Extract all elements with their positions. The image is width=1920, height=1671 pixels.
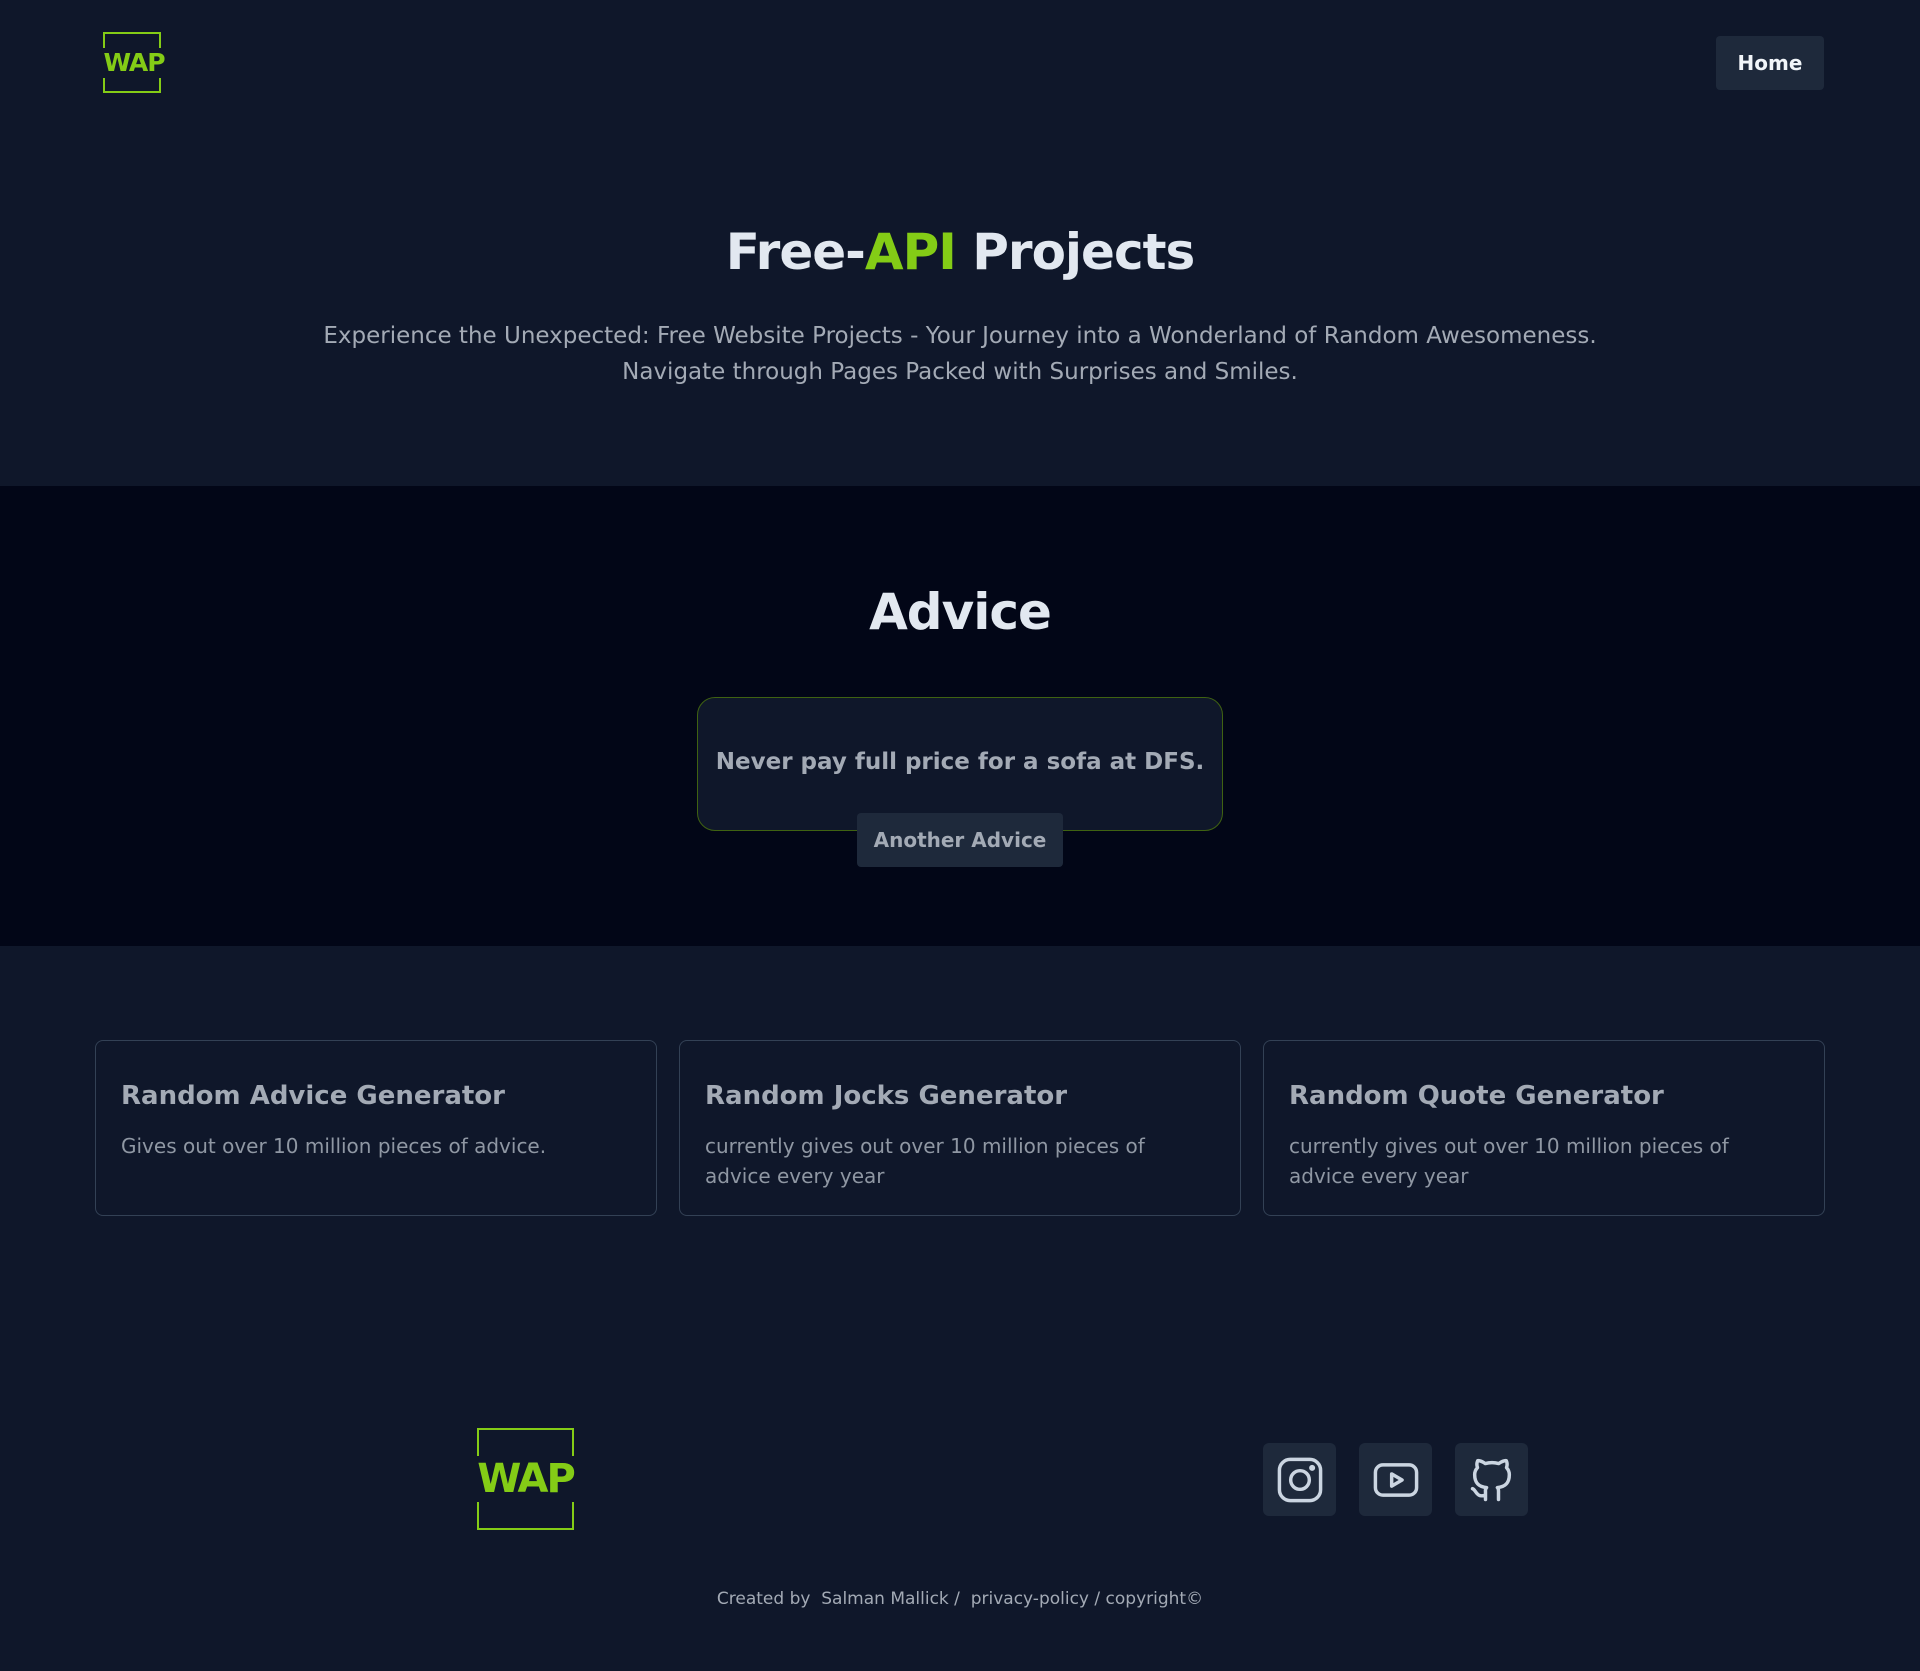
instagram-button[interactable] [1263, 1443, 1336, 1516]
advice-card: Never pay full price for a sofa at DFS. [697, 697, 1223, 831]
header: WAP Home [0, 0, 1920, 125]
logo-text: WAP [97, 48, 171, 78]
title-part-free: Free- [725, 223, 866, 281]
subtitle-line-1: Experience the Unexpected: Free Website … [323, 323, 1597, 349]
youtube-button[interactable] [1359, 1443, 1432, 1516]
project-card-quote[interactable]: Random Quote Generator currently gives o… [1263, 1040, 1825, 1216]
subtitle-line-2: Navigate through Pages Packed with Surpr… [622, 359, 1298, 385]
page-title: Free-API Projects [0, 222, 1920, 282]
logo[interactable]: WAP [97, 32, 171, 93]
youtube-icon [1373, 1462, 1418, 1497]
page-subtitle: Experience the Unexpected: Free Website … [260, 318, 1660, 390]
home-button[interactable]: Home [1716, 36, 1824, 90]
title-part-projects: Projects [955, 223, 1195, 281]
advice-section: Advice Never pay full price for a sofa a… [0, 486, 1920, 946]
instagram-icon [1277, 1457, 1322, 1502]
project-card-title: Random Jocks Generator [705, 1081, 1068, 1111]
another-advice-button[interactable]: Another Advice [857, 813, 1063, 867]
footer-credits: Created by Salman Mallick / privacy-poli… [716, 1589, 1204, 1609]
project-card-title: Random Quote Generator [1289, 1081, 1664, 1111]
project-card-title: Random Advice Generator [121, 1081, 505, 1111]
footer-logo[interactable]: WAP [467, 1428, 584, 1530]
project-card-description: currently gives out over 10 million piec… [705, 1134, 1145, 1188]
project-card-description: currently gives out over 10 million piec… [1289, 1134, 1729, 1188]
project-card-advice[interactable]: Random Advice Generator Gives out over 1… [95, 1040, 657, 1216]
advice-heading: Advice [869, 583, 1052, 641]
footer-logo-text: WAP [467, 1456, 584, 1502]
project-card-jocks[interactable]: Random Jocks Generator currently gives o… [679, 1040, 1241, 1216]
advice-text: Never pay full price for a sofa at DFS. [715, 749, 1205, 775]
page: WAP Home Free-API Projects Experience th… [0, 0, 1920, 1671]
title-accent-api: API [864, 223, 957, 281]
github-icon [1470, 1458, 1511, 1501]
project-card-description: Gives out over 10 million pieces of advi… [121, 1134, 547, 1158]
github-button[interactable] [1455, 1443, 1528, 1516]
